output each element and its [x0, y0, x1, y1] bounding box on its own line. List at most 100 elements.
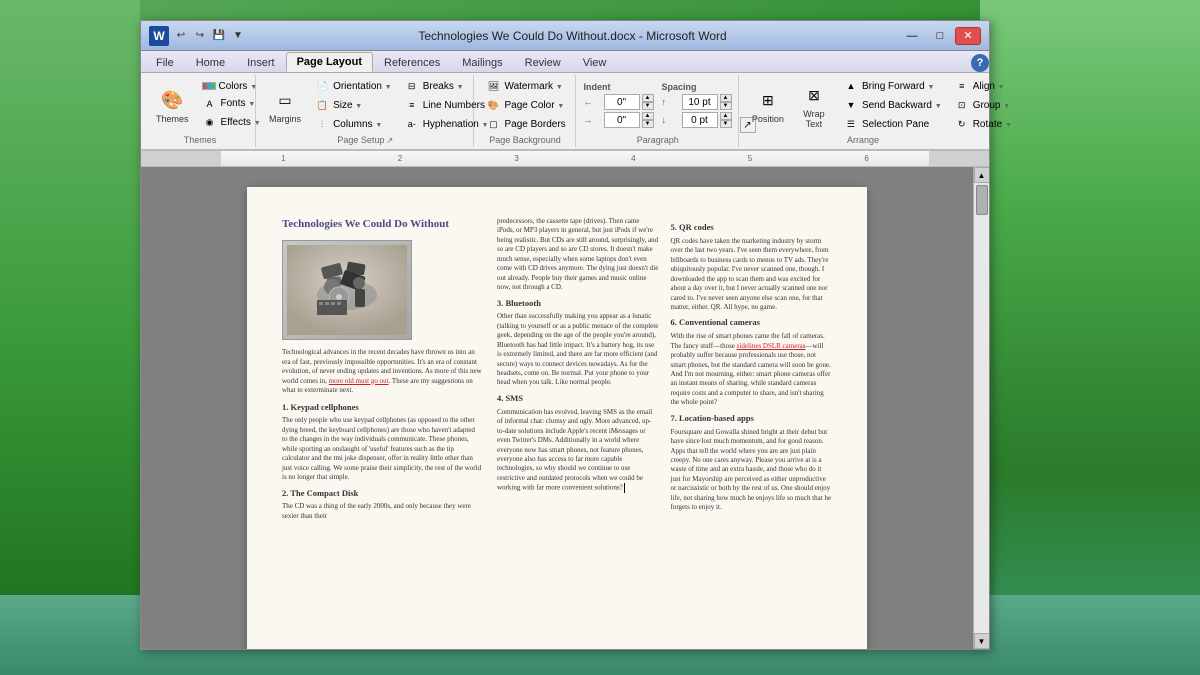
effects-button[interactable]: ◉ Effects ▼	[198, 114, 265, 132]
orientation-button[interactable]: 📄 Orientation ▼	[310, 77, 396, 95]
page-setup-sub: 📄 Orientation ▼ 📋 Size ▼ ⫶ Columns ▼	[310, 77, 396, 133]
spacing-before-up[interactable]: ▲	[720, 94, 732, 102]
indent-right-input[interactable]	[604, 112, 640, 128]
indent-right-up[interactable]: ▲	[642, 112, 654, 120]
scrollbar-track	[974, 183, 989, 633]
align-label: Align ▼	[973, 81, 1005, 92]
tab-view[interactable]: View	[572, 52, 618, 72]
indent-right-row: → ▲ ▼	[584, 112, 654, 128]
columns-label: Columns ▼	[333, 119, 382, 130]
spacing-after-label: ↓	[662, 115, 680, 125]
send-backward-button[interactable]: ▼ Send Backward ▼	[839, 96, 946, 114]
arrange-sub2: ≡ Align ▼ ⊡ Group ▼ ↻ Rotate ▼	[950, 77, 1016, 133]
indent-right-down[interactable]: ▼	[642, 120, 654, 128]
col2-intro-text: predecessors, the cassette tape (drives)…	[497, 217, 659, 293]
columns-button[interactable]: ⫶ Columns ▼	[310, 115, 396, 133]
indent-left-up[interactable]: ▲	[642, 94, 654, 102]
page-color-label: Page Color ▼	[505, 100, 565, 111]
breaks-icon: ⊟	[404, 79, 420, 93]
maximize-button[interactable]: □	[927, 27, 953, 45]
page-far-column: 5. QR codes QR codes have taken the mark…	[671, 217, 833, 649]
position-button[interactable]: ⊞ Position	[747, 83, 789, 127]
ribbon-tab-bar: File Home Insert Page Layout References …	[141, 51, 989, 73]
bring-forward-button[interactable]: ▲ Bring Forward ▼	[839, 77, 946, 95]
section-4-title: 4. SMS	[497, 393, 659, 405]
help-button[interactable]: ?	[971, 54, 989, 72]
document-page: Technologies We Could Do Without	[247, 187, 867, 649]
section-3-text: Other than successfully making you appea…	[497, 312, 659, 388]
section-3-title: 3. Bluetooth	[497, 298, 659, 310]
colors-button[interactable]: Colors ▼	[198, 79, 265, 94]
themes-label: Themes	[156, 114, 189, 124]
themes-icon: 🎨	[156, 86, 188, 114]
page-color-button[interactable]: 🎨 Page Color ▼	[482, 96, 570, 114]
align-button[interactable]: ≡ Align ▼	[950, 77, 1016, 95]
paragraph-content: Indent ← ▲ ▼ →	[584, 77, 732, 133]
theme-sub-buttons: Colors ▼ A Fonts ▼ ◉ Effects ▼	[198, 79, 265, 132]
document-content[interactable]: Technologies We Could Do Without	[141, 167, 973, 649]
document-area: Technologies We Could Do Without	[141, 167, 989, 649]
fonts-label: Fonts ▼	[221, 98, 256, 109]
tab-references[interactable]: References	[373, 52, 451, 72]
columns-icon: ⫶	[314, 117, 330, 131]
tab-insert[interactable]: Insert	[236, 52, 286, 72]
customize-qat-button[interactable]: ▼	[230, 28, 246, 44]
tab-file[interactable]: File	[145, 52, 185, 72]
size-button[interactable]: 📋 Size ▼	[310, 96, 396, 114]
trash-image	[282, 240, 412, 340]
bring-forward-label: Bring Forward ▼	[862, 81, 935, 92]
orientation-icon: 📄	[314, 79, 330, 93]
redo-button[interactable]: ↪	[192, 28, 208, 44]
page-left-column: Technologies We Could Do Without	[282, 217, 482, 649]
tab-review[interactable]: Review	[514, 52, 572, 72]
indent-right-arrows: ▲ ▼	[642, 112, 654, 128]
page-bg-sub: 🖼 Watermark ▼ 🎨 Page Color ▼ ▢ Page Bord…	[482, 77, 570, 133]
fonts-button[interactable]: A Fonts ▼	[198, 95, 265, 113]
scrollbar-thumb[interactable]	[976, 185, 988, 215]
effects-label: Effects ▼	[221, 117, 261, 128]
close-button[interactable]: ✕	[955, 27, 981, 45]
indent-left-down[interactable]: ▼	[642, 102, 654, 110]
rotate-label: Rotate ▼	[973, 119, 1012, 130]
spacing-before-arrows: ▲ ▼	[720, 94, 732, 110]
align-icon: ≡	[954, 79, 970, 93]
article-intro: Technological advances in the recent dec…	[282, 348, 482, 395]
undo-button[interactable]: ↩	[173, 28, 189, 44]
margins-button[interactable]: ▭ Margins	[264, 83, 306, 127]
quick-access-toolbar: ↩ ↪ 💾 ▼	[173, 28, 246, 44]
indent-left-label: ←	[584, 97, 602, 107]
spacing-after-down[interactable]: ▼	[720, 120, 732, 128]
group-button[interactable]: ⊡ Group ▼	[950, 96, 1016, 114]
spacing-before-input[interactable]	[682, 94, 718, 110]
indent-left-input[interactable]	[604, 94, 640, 110]
selection-pane-button[interactable]: ☰ Selection Pane	[839, 115, 946, 133]
margins-icon: ▭	[269, 86, 301, 114]
vertical-scrollbar[interactable]: ▲ ▼	[973, 167, 989, 649]
position-label: Position	[752, 114, 784, 124]
minimize-button[interactable]: —	[899, 27, 925, 45]
themes-button[interactable]: 🎨 Themes	[151, 83, 194, 127]
wrap-text-button[interactable]: ⊠ WrapText	[793, 78, 835, 132]
spacing-after-row: ↓ ▲ ▼	[662, 112, 732, 128]
spacing-after-input[interactable]	[682, 112, 718, 128]
save-button[interactable]: 💾	[211, 28, 227, 44]
spacing-after-up[interactable]: ▲	[720, 112, 732, 120]
watermark-button[interactable]: 🖼 Watermark ▼	[482, 77, 570, 95]
size-label: Size ▼	[333, 100, 362, 111]
page-mid-column: predecessors, the cassette tape (drives)…	[497, 217, 659, 649]
scrollbar-down-button[interactable]: ▼	[974, 633, 990, 649]
desktop-left-panel	[0, 0, 140, 675]
tab-mailings[interactable]: Mailings	[451, 52, 513, 72]
tab-home[interactable]: Home	[185, 52, 236, 72]
rotate-button[interactable]: ↻ Rotate ▼	[950, 115, 1016, 133]
section-5-text: QR codes have taken the marketing indust…	[671, 237, 833, 313]
page-borders-button[interactable]: ▢ Page Borders	[482, 115, 570, 133]
margins-label: Margins	[269, 114, 301, 124]
text-cursor	[624, 483, 625, 493]
spacing-before-down[interactable]: ▼	[720, 102, 732, 110]
window-controls: — □ ✕	[899, 27, 981, 45]
arrange-sub: ▲ Bring Forward ▼ ▼ Send Backward ▼ ☰ Se…	[839, 77, 946, 133]
scrollbar-up-button[interactable]: ▲	[974, 167, 990, 183]
section-4-text: Communication has evolved, leaving SMS a…	[497, 408, 659, 494]
tab-page-layout[interactable]: Page Layout	[286, 52, 373, 72]
